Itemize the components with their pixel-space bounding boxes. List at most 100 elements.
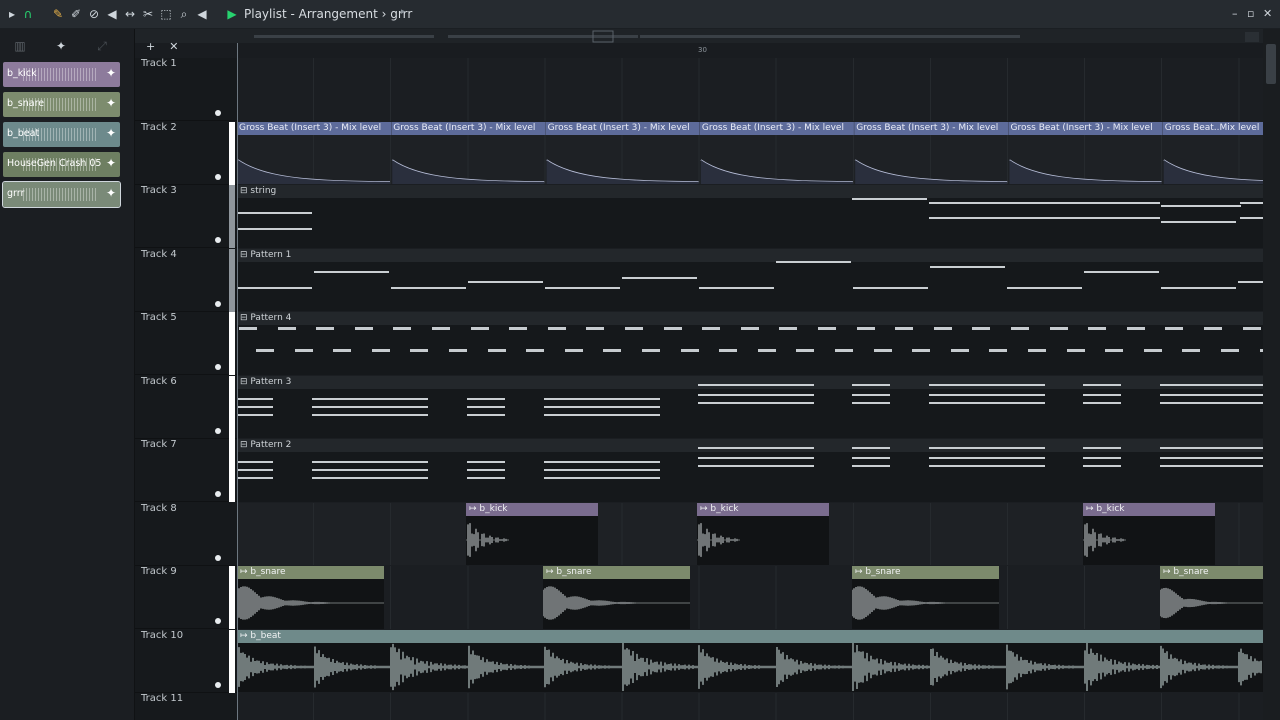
pattern-clip[interactable]: ⊟ Pattern 1: [237, 248, 1263, 311]
vertical-scrollbar[interactable]: [1263, 29, 1280, 720]
scrollbar-thumb[interactable]: [1266, 44, 1276, 84]
pattern-clip[interactable]: ⊟ string: [237, 185, 1263, 248]
track-header[interactable]: Track 8: [135, 503, 237, 566]
audio-clip[interactable]: ↦ b_snare: [852, 566, 999, 629]
note-bar: [1160, 447, 1237, 449]
overview-strip[interactable]: [0, 29, 1280, 43]
audio-clip[interactable]: ↦ b_snare: [1160, 566, 1263, 629]
automation-clip-label[interactable]: Gross Beat (Insert 3) - Mix level: [702, 122, 854, 135]
automation-clip-label[interactable]: Gross Beat (Insert 3) - Mix level: [239, 122, 391, 135]
playback-icon[interactable]: ◀: [194, 6, 210, 22]
note-bar: [699, 286, 774, 289]
piano-icon[interactable]: ▥: [12, 38, 28, 54]
automation-icon[interactable]: ⤢: [94, 38, 110, 54]
automation-clip-label[interactable]: Gross Beat (Insert 3) - Mix level: [1011, 122, 1163, 135]
add-icon[interactable]: +: [146, 40, 155, 53]
add-channel-icon[interactable]: ✦: [106, 66, 116, 80]
track-header[interactable]: Track 2: [135, 121, 237, 185]
track-name: Track 11: [141, 693, 184, 704]
add-channel-icon[interactable]: ✦: [106, 126, 116, 140]
note-bar: [680, 349, 699, 352]
track-enable-led[interactable]: [215, 110, 221, 116]
track-header[interactable]: Track 7: [135, 439, 237, 502]
channel-item[interactable]: b_beat ✦: [3, 122, 120, 147]
close-button[interactable]: ✕: [1263, 7, 1272, 20]
minimize-button[interactable]: –: [1232, 7, 1238, 20]
automation-clip-label[interactable]: Gross Beat (Insert 3) - Mix level: [548, 122, 700, 135]
note-bar: [1160, 401, 1237, 404]
channel-item[interactable]: HouseGen Crash 05 ✦: [3, 152, 120, 177]
track-enable-led[interactable]: [215, 300, 221, 307]
channel-item[interactable]: b_kick ✦: [3, 62, 120, 87]
select-icon[interactable]: ⬚: [158, 6, 174, 22]
track-header[interactable]: Track 10: [135, 629, 237, 693]
track-enable-led[interactable]: [215, 618, 221, 624]
waveform: [852, 586, 999, 620]
paint-icon[interactable]: ✐: [68, 6, 84, 22]
audio-clip[interactable]: ↦ b_kick: [697, 502, 829, 565]
playlist-grid[interactable]: Gross Beat (Insert 3) - Mix level Gross B…: [237, 58, 1263, 720]
note-bar: [393, 327, 412, 330]
audio-clip-icon[interactable]: ✦: [53, 38, 69, 54]
note-bar: [835, 349, 853, 352]
add-channel-icon[interactable]: ✦: [106, 156, 116, 170]
maximize-button[interactable]: ▫: [1247, 7, 1254, 20]
track-lane[interactable]: [237, 58, 1263, 121]
pattern-clip[interactable]: ⊟ Pattern 3: [237, 375, 1263, 438]
automation-clip-label[interactable]: Gross Beat..Mix level: [1165, 122, 1263, 135]
note-bar: [622, 276, 697, 279]
track-lane[interactable]: [237, 566, 1263, 629]
track-enable-led[interactable]: [215, 554, 221, 561]
track-lane[interactable]: [237, 693, 1263, 720]
note-bar: [1240, 217, 1263, 219]
track-enable-led[interactable]: [215, 237, 221, 243]
track-header[interactable]: Track 4: [135, 248, 237, 312]
note-bar: [1221, 349, 1239, 352]
mute-icon[interactable]: ◀: [104, 6, 120, 22]
clip-body: [1160, 579, 1263, 627]
play-menu-icon[interactable]: ▸: [4, 6, 20, 22]
close-x-icon[interactable]: ✕: [169, 40, 178, 53]
window-play-icon[interactable]: ▶: [224, 6, 240, 22]
automation-clip-label[interactable]: Gross Beat (Insert 3) - Mix level: [393, 122, 545, 135]
track-enable-led[interactable]: [215, 427, 221, 434]
audio-clip[interactable]: ↦ b_kick: [466, 502, 598, 565]
add-channel-icon[interactable]: ✦: [106, 186, 116, 200]
track-header[interactable]: Track 3: [135, 185, 237, 248]
track-header[interactable]: Track 11: [135, 693, 237, 720]
audio-clip[interactable]: ↦ b_beat: [237, 629, 1263, 692]
note-bar: [1160, 465, 1237, 467]
pattern-clip-header: ⊟ Pattern 3: [237, 375, 1263, 389]
audio-clip-header: ↦ b_snare: [543, 566, 690, 579]
track-header[interactable]: Track 1: [135, 58, 237, 121]
channel-item[interactable]: grrr ✦: [2, 181, 121, 208]
track-header[interactable]: Track 9: [135, 566, 237, 629]
magnet-icon[interactable]: ∩: [20, 6, 36, 22]
track-header[interactable]: Track 5: [135, 312, 237, 375]
note-bar: [1143, 349, 1162, 352]
note-bar: [467, 469, 505, 471]
track-enable-led[interactable]: [215, 491, 221, 497]
audio-clip[interactable]: ↦ b_snare: [237, 566, 384, 629]
playhead[interactable]: [237, 43, 238, 720]
track-enable-led[interactable]: [215, 173, 221, 180]
add-channel-icon[interactable]: ✦: [106, 96, 116, 110]
slip-icon[interactable]: ↔: [122, 6, 138, 22]
track-enable-led[interactable]: [215, 364, 221, 370]
pencil-icon[interactable]: ✎: [50, 6, 66, 22]
audio-clip[interactable]: ↦ b_snare: [543, 566, 690, 629]
track-enable-led[interactable]: [215, 681, 221, 688]
track-header[interactable]: Track 6: [135, 375, 237, 439]
automation-clip-label[interactable]: Gross Beat (Insert 3) - Mix level: [856, 122, 1008, 135]
audio-clip-name: b_snare: [250, 567, 286, 577]
slice-icon[interactable]: ✂: [140, 6, 156, 22]
pattern-clip[interactable]: ⊟ Pattern 2: [237, 439, 1263, 502]
channel-item[interactable]: b_snare ✦: [3, 92, 120, 117]
zoom-icon[interactable]: ⌕: [176, 6, 192, 22]
note-bar: [1083, 393, 1121, 396]
pattern-clip[interactable]: ⊟ Pattern 4: [237, 312, 1263, 375]
delete-icon[interactable]: ⊘: [86, 6, 102, 22]
audio-clip[interactable]: ↦ b_kick: [1083, 502, 1215, 565]
channel-picker-sidebar: ▥ ✦ ⤢ b_kick ✦ b_snare ✦ b_beat ✦ HouseGen Cra…: [0, 29, 135, 720]
chevron-right-icon[interactable]: ▸: [401, 7, 406, 17]
